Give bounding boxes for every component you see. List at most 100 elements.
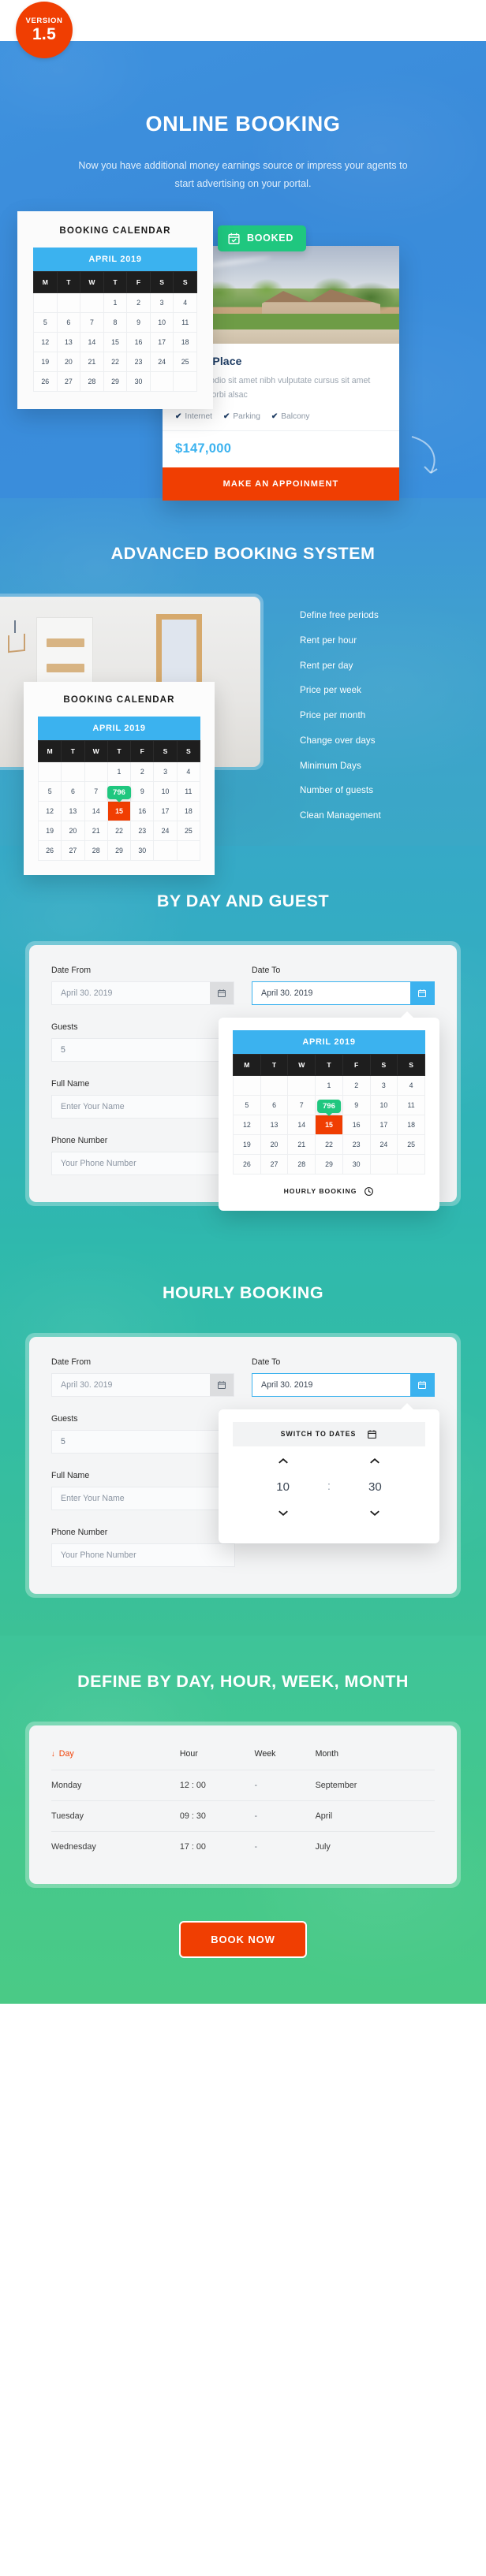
date-to-calendar-button[interactable]: [410, 1373, 434, 1396]
calendar-day-cell[interactable]: 1: [103, 292, 128, 313]
calendar-day-cell[interactable]: 26: [233, 1153, 261, 1174]
calendar-day-cell[interactable]: 14: [84, 800, 108, 821]
calendar-day-cell[interactable]: 1: [107, 761, 132, 782]
hourly-booking-switch[interactable]: HOURLY BOOKING: [233, 1186, 425, 1197]
guests-input[interactable]: 5: [51, 1037, 236, 1062]
calendar-day-cell[interactable]: 5: [33, 311, 58, 333]
calendar-day-cell[interactable]: 17: [153, 800, 178, 821]
calendar-day-cell[interactable]: 6: [61, 780, 85, 802]
calendar-day-cell[interactable]: 22: [103, 351, 128, 372]
calendar-day-cell[interactable]: 25: [173, 351, 197, 372]
guests-input[interactable]: 5: [51, 1429, 236, 1454]
calendar-day-cell[interactable]: 18: [176, 800, 201, 821]
calendar-day-cell[interactable]: 29: [315, 1153, 343, 1174]
calendar-day-cell[interactable]: 7: [287, 1094, 316, 1115]
calendar-day-cell[interactable]: 2: [126, 292, 151, 313]
date-to-input[interactable]: April 30. 2019: [252, 981, 435, 1005]
calendar-day-cell[interactable]: 6: [56, 311, 81, 333]
book-now-button[interactable]: BOOK NOW: [179, 1920, 307, 1958]
calendar-day-cell[interactable]: 16: [342, 1114, 371, 1135]
calendar-day-cell[interactable]: 4: [173, 292, 197, 313]
calendar-day-cell[interactable]: 796 15: [107, 785, 132, 821]
calendar-day-cell[interactable]: 21: [80, 351, 104, 372]
calendar-day-cell[interactable]: 5: [233, 1094, 261, 1115]
calendar-day-cell[interactable]: 11: [176, 780, 201, 802]
calendar-day-cell[interactable]: 16: [126, 331, 151, 352]
calendar-day-cell[interactable]: 30: [126, 370, 151, 392]
calendar-day-cell[interactable]: 796 15: [315, 1099, 343, 1135]
calendar-day-cell[interactable]: 22: [315, 1134, 343, 1155]
calendar-day-cell[interactable]: 4: [397, 1074, 425, 1096]
calendar-day-cell[interactable]: 13: [61, 800, 85, 821]
calendar-day-cell[interactable]: 10: [153, 780, 178, 802]
date-to-input[interactable]: April 30. 2019: [252, 1372, 435, 1397]
switch-to-dates-button[interactable]: SWITCH TO DATES: [233, 1421, 425, 1446]
calendar-day-cell[interactable]: 12: [33, 331, 58, 352]
calendar-day-cell[interactable]: 29: [103, 370, 128, 392]
calendar-day-cell[interactable]: 27: [61, 839, 85, 861]
calendar-day-cell[interactable]: 7: [80, 311, 104, 333]
calendar-day-cell[interactable]: 19: [37, 820, 62, 841]
calendar-day-cell[interactable]: 24: [149, 351, 174, 372]
calendar-day-cell[interactable]: 14: [80, 331, 104, 352]
phone-input[interactable]: Your Phone Number: [51, 1543, 236, 1567]
chevron-up-icon[interactable]: [369, 1457, 380, 1465]
calendar-day-cell[interactable]: 24: [369, 1134, 398, 1155]
calendar-day-cell[interactable]: 2: [130, 761, 155, 782]
calendar-day-cell[interactable]: 28: [84, 839, 108, 861]
make-appointment-button[interactable]: MAKE AN APPOINMENT: [163, 467, 399, 501]
calendar-day-cell[interactable]: 17: [149, 331, 174, 352]
date-from-input[interactable]: April 30. 2019: [51, 981, 234, 1005]
phone-input[interactable]: Your Phone Number: [51, 1151, 236, 1175]
date-from-input[interactable]: April 30. 2019: [51, 1372, 234, 1397]
calendar-day-cell[interactable]: 24: [153, 820, 178, 841]
hero-calendar-table[interactable]: MTWTFSS 1 2 3 4 5 6 7 8 9 10 11 12 13 14 15 16 17 18 19 20 2…: [33, 270, 197, 392]
calendar-day-cell[interactable]: 5: [37, 780, 62, 802]
calendar-day-cell[interactable]: 6: [260, 1094, 289, 1115]
hours-stepper[interactable]: 10: [256, 1457, 311, 1517]
calendar-day-cell[interactable]: 28: [80, 370, 104, 392]
calendar-day-cell[interactable]: 19: [33, 351, 58, 372]
calendar-day-cell[interactable]: 29: [107, 839, 132, 861]
calendar-day-cell[interactable]: 9: [130, 780, 155, 802]
calendar-day-cell[interactable]: 26: [33, 370, 58, 392]
table-column-header[interactable]: Week: [255, 1744, 316, 1770]
calendar-day-cell[interactable]: 22: [107, 820, 132, 841]
calendar-day-cell[interactable]: 11: [173, 311, 197, 333]
chevron-down-icon[interactable]: [278, 1509, 289, 1517]
time-picker-popover[interactable]: SWITCH TO DATES 10 : 30: [219, 1402, 439, 1543]
calendar-day-cell[interactable]: 23: [342, 1134, 371, 1155]
calendar-day-cell[interactable]: 14: [287, 1114, 316, 1135]
calendar-day-cell[interactable]: 10: [369, 1094, 398, 1115]
calendar-day-cell[interactable]: 13: [260, 1114, 289, 1135]
calendar-day-cell[interactable]: 15: [103, 331, 128, 352]
calendar-day-cell[interactable]: 20: [61, 820, 85, 841]
calendar-day-cell[interactable]: 23: [126, 351, 151, 372]
calendar-day-cell[interactable]: 23: [130, 820, 155, 841]
chevron-down-icon[interactable]: [369, 1509, 380, 1517]
calendar-day-cell[interactable]: 3: [149, 292, 174, 313]
calendar-day-cell[interactable]: 30: [130, 839, 155, 861]
calendar-day-cell[interactable]: 28: [287, 1153, 316, 1174]
calendar-day-cell[interactable]: 10: [149, 311, 174, 333]
table-column-header[interactable]: Month: [316, 1744, 435, 1770]
calendar-day-cell[interactable]: 25: [397, 1134, 425, 1155]
calendar-day-cell[interactable]: 27: [56, 370, 81, 392]
date-from-calendar-button[interactable]: [210, 981, 234, 1004]
calendar-day-cell[interactable]: 4: [176, 761, 201, 782]
fullname-input[interactable]: Enter Your Name: [51, 1486, 236, 1510]
hero-booking-calendar-card[interactable]: BOOKING CALENDAR APRIL 2019 MTWTFSS 1234…: [17, 210, 213, 409]
calendar-day-cell[interactable]: 26: [37, 839, 62, 861]
calendar-day-cell[interactable]: 18: [397, 1114, 425, 1135]
date-to-calendar-button[interactable]: [410, 981, 434, 1004]
fullname-input[interactable]: Enter Your Name: [51, 1094, 236, 1119]
calendar-day-cell[interactable]: 18: [173, 331, 197, 352]
calendar-day-cell[interactable]: 17: [369, 1114, 398, 1135]
calendar-day-cell[interactable]: 12: [37, 800, 62, 821]
advanced-calendar-table[interactable]: MTWTFSS 12345678910111213147961516171819…: [37, 739, 201, 861]
calendar-day-cell[interactable]: 9: [126, 311, 151, 333]
time-picker[interactable]: 10 : 30: [233, 1446, 425, 1523]
calendar-day-cell[interactable]: 21: [84, 820, 108, 841]
calendar-day-cell[interactable]: 30: [342, 1153, 371, 1174]
schedule-table[interactable]: ↓ Day Hour Week Month Monday 12 : 00- Septembe…: [51, 1744, 435, 1862]
